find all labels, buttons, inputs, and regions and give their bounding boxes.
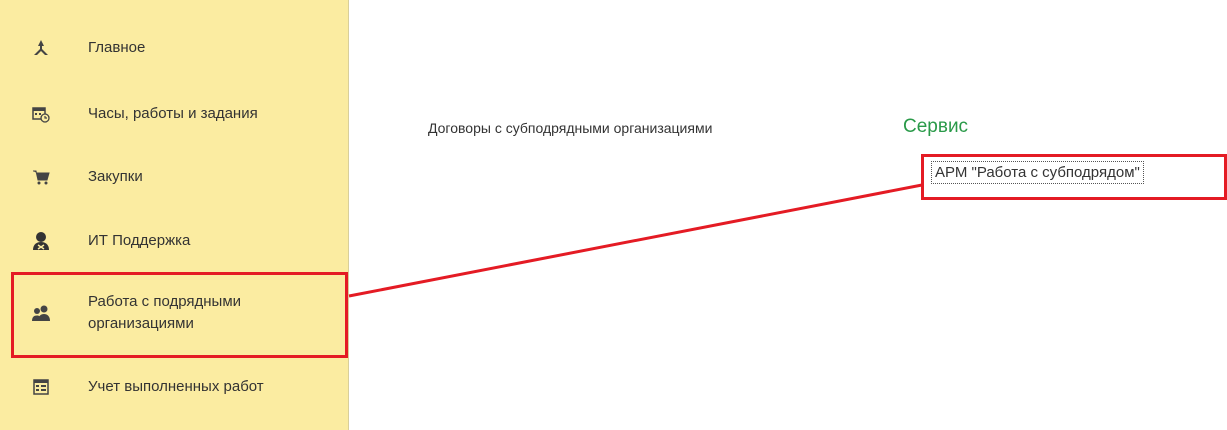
cart-icon	[31, 167, 51, 187]
sidebar-item-label: Главное	[88, 39, 146, 56]
users-icon	[31, 303, 51, 323]
sidebar-item-label: ИТ Поддержка	[88, 232, 191, 249]
contracts-link[interactable]: Договоры с субподрядными организациями	[428, 120, 712, 136]
sidebar-item-label: Учет выполненных работ	[88, 378, 264, 395]
sidebar-item-contractors[interactable]: Работа с подрядными организациями	[0, 288, 349, 338]
sidebar-item-label: Закупки	[88, 168, 143, 185]
support-agent-icon	[31, 231, 51, 251]
sections-panel: Главное Часы, работы и задания Закупки И…	[0, 0, 349, 430]
report-icon	[31, 377, 51, 397]
home-icon	[31, 38, 51, 58]
sidebar-item-it-support[interactable]: ИТ Поддержка	[0, 228, 349, 254]
subcontract-workplace-link[interactable]: АРМ "Работа с субподрядом"	[931, 161, 1144, 184]
sidebar-item-label: Работа с подрядными организациями	[88, 293, 242, 332]
sidebar-item-main[interactable]: Главное	[0, 35, 349, 61]
sidebar-item-work-accounting[interactable]: Учет выполненных работ	[0, 374, 349, 400]
calendar-clock-icon	[31, 104, 51, 124]
sidebar-item-label: Часы, работы и задания	[88, 105, 258, 122]
service-section-title: Сервис	[903, 116, 969, 137]
screen: Главное Часы, работы и задания Закупки И…	[0, 0, 1227, 430]
sidebar-item-hours[interactable]: Часы, работы и задания	[0, 101, 349, 127]
sidebar-item-purchases[interactable]: Закупки	[0, 164, 349, 190]
